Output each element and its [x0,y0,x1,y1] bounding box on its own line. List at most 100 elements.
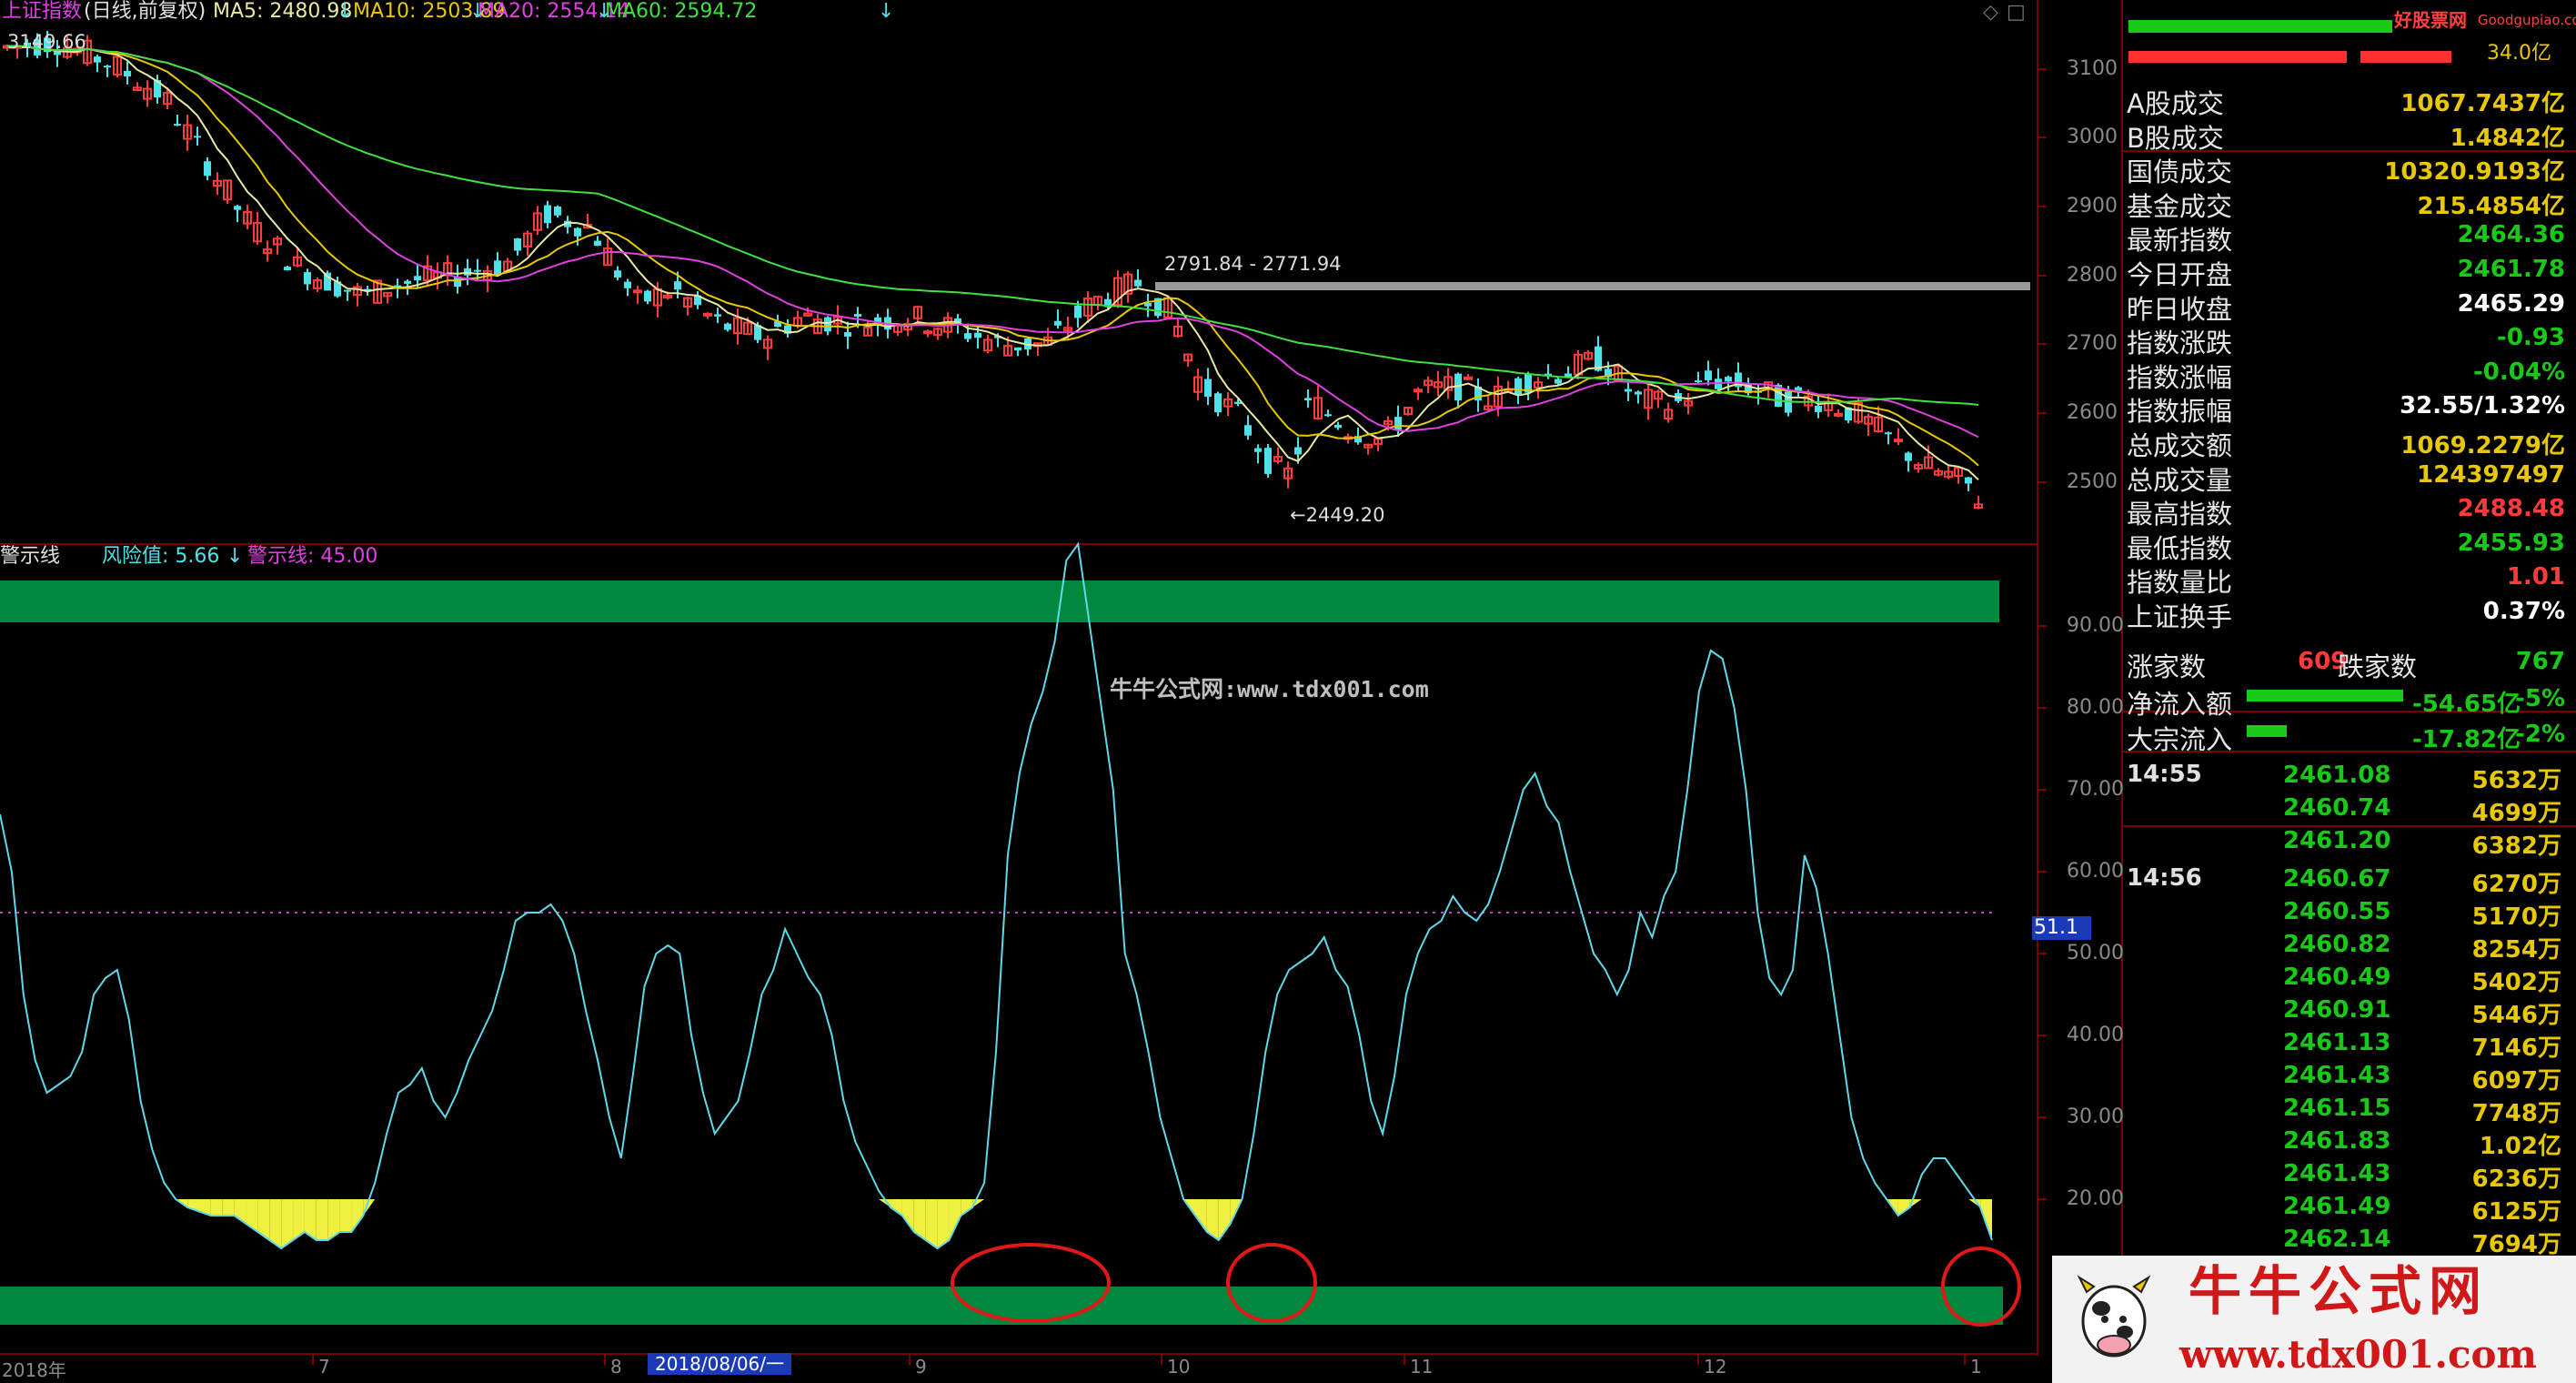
low-risk-fill [961,1199,973,1216]
tick-row[interactable]: 14:56 2460.67 6270万 [2123,861,2571,898]
tick-price: 2461.49 [2283,1193,2391,1220]
price-axis-tick: 2700 [2067,332,2118,355]
cursor-date-box: 2018/08/06/一 [648,1353,792,1375]
candle-body [923,330,932,335]
current-value-badge: 51.1 [2032,916,2091,940]
tick-price: 2460.55 [2283,898,2391,925]
low-price-label: ←2449.20 [1290,504,1385,526]
candle-body [1965,477,1972,484]
top-value: 34.0亿 [2487,42,2551,65]
tick-row[interactable]: 2460.74 4699万 [2123,790,2571,827]
tick-price: 2460.49 [2283,964,2391,991]
brand-logo-url: Goodgupiao.com [2478,12,2576,28]
candle-body [1414,389,1423,393]
low-risk-fill [1897,1199,1910,1216]
tick-row[interactable]: 2461.20 6382万 [2123,823,2571,860]
indicator-pane[interactable] [0,541,2021,1327]
rise-count-label: 涨家数 [2127,651,2207,682]
tick-price: 2460.82 [2283,931,2391,958]
candle-body [174,124,181,126]
tick-time: 14:56 [2127,864,2202,892]
tick-row[interactable]: 14:55 2461.08 5632万 [2123,757,2571,794]
price-axis-tick: 2500 [2067,470,2118,493]
block-inflow-value: -17.82亿 [2412,726,2521,753]
candle-body [1324,414,1332,417]
stat-row: 指数量比 1.01 [2123,558,2571,598]
candle-body [714,314,721,317]
logo-title: 牛牛公式网 [2189,1260,2490,1322]
tick-price: 2461.43 [2283,1062,2391,1089]
tick-price: 2461.13 [2283,1029,2391,1056]
tick-time: 14:55 [2127,761,2202,788]
tick-price: 2461.20 [2283,827,2391,854]
candle-body [404,280,411,284]
high-price-label: 3149.66 [7,31,86,53]
indicator-axis-tick: 20.00 [2067,1187,2124,1210]
candle-body [674,281,681,290]
ma5-line [6,45,1979,480]
candle-body [514,238,521,251]
tick-row[interactable]: 2460.82 8254万 [2123,926,2571,964]
stat-value: -0.04% [2473,358,2565,386]
stat-row: 基金成交 215.4854亿 [2123,182,2571,222]
candle-body [1334,424,1342,429]
restore-icon[interactable]: ◇ [1983,3,1998,23]
stat-row: 总成交量 124397497 [2123,456,2571,496]
indicator-axis-tick: 40.00 [2067,1024,2124,1046]
candle-body [1695,380,1702,383]
stat-row: 最高指数 2488.48 [2123,490,2571,530]
tick-volume: 6382万 [2471,833,2561,860]
candle-body [824,317,831,332]
tick-price: 2462.14 [2283,1226,2391,1253]
candle-body [1394,417,1402,430]
tick-price: 2461.83 [2283,1127,2391,1155]
index-name: 上证指数 [2,0,83,23]
low-risk-fill [210,1199,223,1216]
candle-body [304,272,311,285]
candle-body [1254,448,1262,452]
candle-body [1555,379,1562,384]
maximize-icon[interactable]: □ [2007,3,2026,23]
candle-body [1894,439,1903,443]
low-risk-fill [1218,1199,1231,1240]
tick-row[interactable]: 2461.83 1.02亿 [2123,1123,2571,1160]
tick-row[interactable]: 2460.91 5446万 [2123,992,2571,1029]
tick-row[interactable]: 2460.49 5402万 [2123,959,2571,996]
indicator-axis-tick: 70.00 [2067,778,2124,801]
price-axis-tick: 2900 [2067,195,2118,217]
candle-body [1635,391,1642,395]
low-risk-fill [1195,1199,1207,1232]
tick-row[interactable]: 2461.13 7146万 [2123,1025,2571,1062]
indicator-axis-tick: 90.00 [2067,614,2124,637]
tick-row[interactable]: 2461.49 6125万 [2123,1188,2571,1226]
top-bar-red [2360,51,2451,63]
stat-value: 2465.29 [2457,289,2565,318]
tick-price: 2461.15 [2283,1095,2391,1122]
ma20-line [6,45,1979,439]
tick-row[interactable]: 2461.43 6097万 [2123,1057,2571,1095]
indicator-axis-tick: 30.00 [2067,1105,2124,1128]
stat-row: 昨日收盘 2465.29 [2123,285,2571,325]
tick-row[interactable]: 2460.55 5170万 [2123,893,2571,931]
net-inflow-value: -54.65亿 [2412,691,2521,718]
tdx001-logo: 牛牛公式网 www.tdx001.com [2052,1256,2576,1383]
x-axis-label: 11 [1410,1356,1434,1378]
candle-body [1464,376,1473,380]
tick-row[interactable]: 2462.14 7694万 [2123,1221,2571,1258]
stat-row: 国债成交 10320.9193亿 [2123,147,2571,187]
price-axis-tick: 2600 [2067,401,2118,424]
candle-body [544,205,551,224]
candle-body [554,206,561,216]
tick-row[interactable]: 2461.15 7748万 [2123,1090,2571,1127]
candle-body [234,206,241,210]
stat-row: 指数涨跌 -0.93 [2123,318,2571,358]
low-risk-fill [901,1199,914,1232]
candlestick-series[interactable] [3,30,2030,510]
cow-mascot-icon [2068,1267,2159,1370]
stat-value: 2461.78 [2457,256,2565,283]
block-inflow-pct: -2% [2515,721,2565,748]
stat-row: A股成交 1067.7437亿 [2123,79,2571,119]
risk-value-label: 风险值: 5.66 [102,545,220,568]
top-bar-green [2128,20,2392,33]
tick-row[interactable]: 2461.43 6236万 [2123,1156,2571,1193]
